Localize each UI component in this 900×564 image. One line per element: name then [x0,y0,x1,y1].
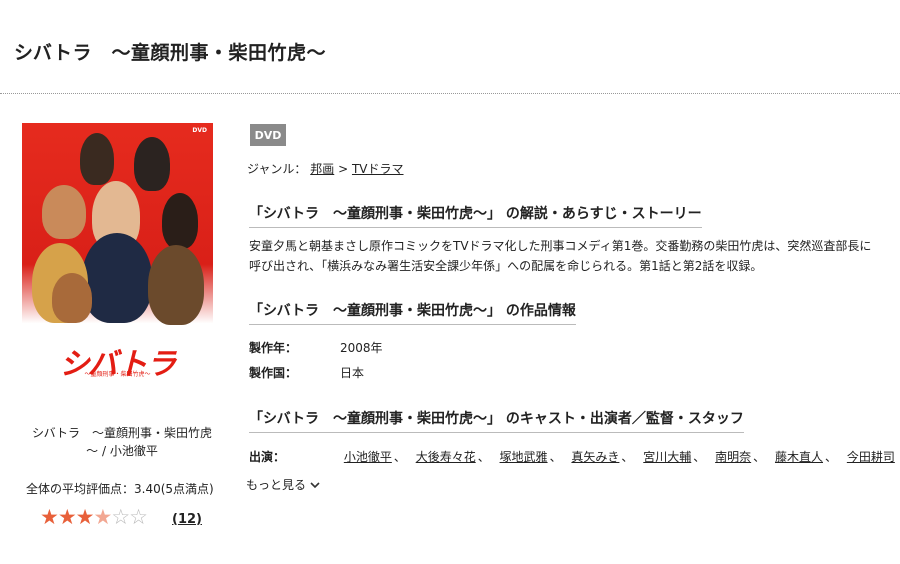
section-title-story: 「シバトラ 〜童顔刑事・柴田竹虎〜」 の解説・あらすじ・ストーリー [249,203,702,228]
star-empty-icon: ☆☆ [111,505,148,529]
cast-link[interactable]: 塚地武雅 [500,450,548,464]
review-count-value: 12 [177,512,197,527]
cover-figure [82,233,152,323]
cast-row: 出演： 小池徹平、 大後寿々花、 塚地武雅、 真矢みき、 宮川大輔、 南明奈、 … [249,448,895,465]
genre-link-hogaku[interactable]: 邦画 [310,162,334,176]
star-half-icon: ★ [93,505,112,529]
cast-separator: 、 [621,450,634,464]
average-rating-text: 全体の平均評価点：3.40(5点満点) [26,482,214,496]
cast-separator: 、 [393,450,406,464]
country-label: 製作国： [249,366,298,380]
cover-figure [162,193,198,249]
story-description: 安童夕馬と朝基まさし原作コミックをTVドラマ化した刑事コメディ第1巻。交番勤務の… [249,239,872,273]
cast-link[interactable]: 今田耕司 [847,450,895,464]
info-row-year: 製作年： 2008年 [249,339,383,356]
cast-link[interactable]: 宮川大輔 [643,450,691,464]
cast-separator: 、 [753,450,766,464]
cast-link[interactable]: 南明奈 [715,450,751,464]
product-name: シバトラ 〜童顔刑事・柴田竹虎 〜 / 小池徹平 [22,424,222,460]
show-more-button[interactable]: もっと見る [246,476,320,493]
genre-separator: > [338,162,349,176]
year-label: 製作年： [249,341,298,355]
cover-figure [42,185,86,239]
star-full-icon: ★★★ [40,505,94,529]
product-name-line1: シバトラ 〜童顔刑事・柴田竹虎 [31,426,212,440]
cast-link[interactable]: 小池徹平 [344,450,392,464]
format-badge: DVD [250,124,286,146]
cast-separator: 、 [549,450,562,464]
show-more-label: もっと見る [246,478,307,492]
cast-separator: 、 [825,450,838,464]
cast-link[interactable]: 真矢みき [571,450,619,464]
title-divider [0,93,900,94]
genre-breadcrumb: ジャンル： 邦画 > TVドラマ [247,160,404,177]
cast-label: 出演： [249,450,286,464]
page-title: シバトラ 〜童顔刑事・柴田竹虎〜 [14,42,327,64]
dvd-cover-image[interactable]: DVD シバトラ 〜童顔刑事・柴田竹虎〜 [22,123,213,380]
cover-figure [134,137,170,191]
cover-figure [52,273,92,323]
country-value: 日本 [340,366,365,380]
cast-link[interactable]: 藤木直人 [775,450,823,464]
star-rating: ★★★★☆☆ [40,505,148,529]
section-title-info: 「シバトラ 〜童顔刑事・柴田竹虎〜」 の作品情報 [249,300,576,325]
info-row-country: 製作国： 日本 [249,364,364,381]
cover-figure [148,245,204,325]
review-count-link[interactable]: (12) [172,512,202,527]
cast-separator: 、 [693,450,706,464]
genre-link-tvdrama[interactable]: TVドラマ [352,162,404,176]
cover-figure [80,133,114,185]
chevron-down-icon [310,481,320,492]
cast-separator: 、 [477,450,490,464]
genre-label: ジャンル： [247,162,307,176]
product-name-line2: 〜 / 小池徹平 [86,444,158,458]
section-title-cast: 「シバトラ 〜童顔刑事・柴田竹虎〜」 のキャスト・出演者／監督・スタッフ [249,408,744,433]
cover-subtitle: 〜童顔刑事・柴田竹虎〜 [84,371,151,378]
cover-dvd-mark: DVD [192,127,207,134]
year-value: 2008年 [340,341,383,355]
cast-link[interactable]: 大後寿々花 [416,450,476,464]
